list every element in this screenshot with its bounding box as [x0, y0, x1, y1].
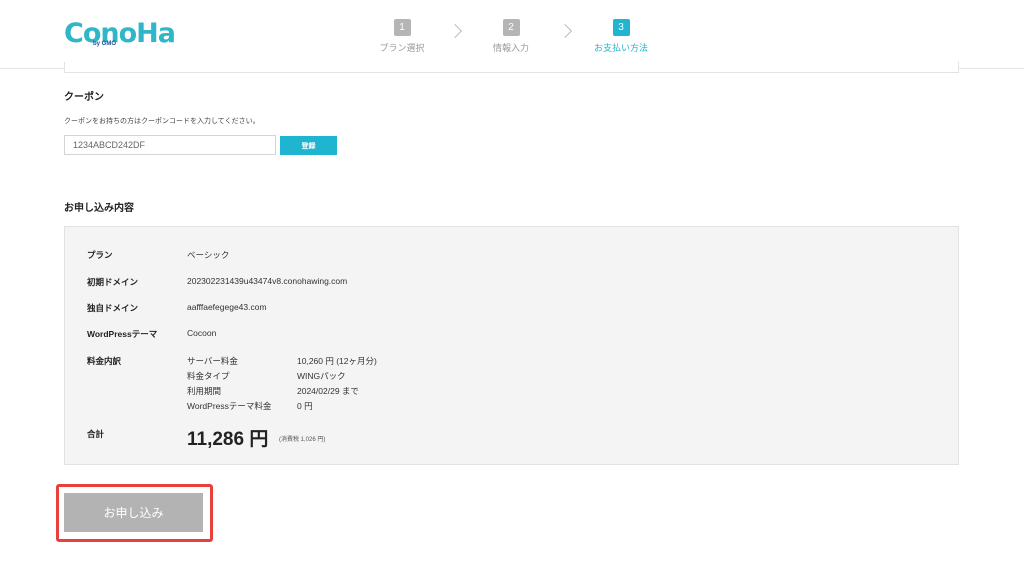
price-breakdown-label: 料金内訳 [87, 356, 122, 366]
chevron-right-icon [557, 23, 573, 39]
logo-subtext: by GMO [93, 41, 117, 47]
step-number: 1 [393, 19, 411, 36]
plan-value: ベーシック [187, 250, 230, 260]
total-label: 合計 [87, 429, 105, 439]
usage-period-label: 利用期間 [187, 386, 222, 396]
total-amount: 11,286 円 [187, 429, 269, 450]
usage-period-value: 2024/02/29 まで [297, 386, 359, 396]
conoha-logo[interactable]: ConoHa by GMO [64, 18, 176, 52]
step-number: 2 [502, 19, 520, 36]
coupon-description: クーポンをお持ちの方はクーポンコードを入力してください。 [64, 118, 260, 125]
step-number: 3 [612, 19, 630, 36]
custom-domain-value: aafffaefegege43.com [187, 302, 267, 312]
header: ConoHa by GMO 1 プラン選択 2 情報入力 3 お支払い方法 [0, 0, 1024, 69]
wordpress-theme-label: WordPressテーマ [87, 329, 158, 339]
step-plan-select: 1 プラン選択 [362, 17, 442, 54]
total-tax-note: (消費税 1,026 円) [279, 437, 326, 443]
step-info-input: 2 情報入力 [471, 17, 551, 54]
theme-fee-value: 0 円 [297, 401, 313, 411]
coupon-register-button[interactable]: 登録 [280, 136, 337, 155]
wordpress-theme-value: Cocoon [187, 328, 217, 338]
initial-domain-value: 202302231439u43474v8.conohawing.com [187, 276, 348, 286]
price-type-value: WINGパック [297, 371, 346, 381]
initial-domain-label: 初期ドメイン [87, 277, 139, 287]
server-fee-value: 10,260 円 (12ヶ月分) [297, 356, 377, 366]
order-summary: プラン ベーシック 初期ドメイン 202302231439u43474v8.co… [64, 226, 959, 465]
price-type-label: 料金タイプ [187, 371, 230, 381]
coupon-title: クーポン [64, 92, 104, 103]
step-label: プラン選択 [379, 43, 425, 53]
plan-label: プラン [87, 250, 113, 260]
coupon-code-input[interactable] [64, 135, 276, 155]
chevron-right-icon [447, 23, 463, 39]
summary-title: お申し込み内容 [64, 203, 134, 214]
custom-domain-label: 独自ドメイン [87, 303, 139, 313]
step-label: お支払い方法 [593, 43, 648, 53]
step-payment-method: 3 お支払い方法 [581, 17, 661, 54]
theme-fee-label: WordPressテーマ料金 [187, 401, 272, 411]
server-fee-label: サーバー料金 [187, 356, 238, 366]
apply-button[interactable]: お申し込み [64, 493, 203, 532]
step-label: 情報入力 [492, 43, 529, 53]
payment-method-box [64, 62, 959, 73]
logo-text: ConoHa [64, 18, 176, 49]
